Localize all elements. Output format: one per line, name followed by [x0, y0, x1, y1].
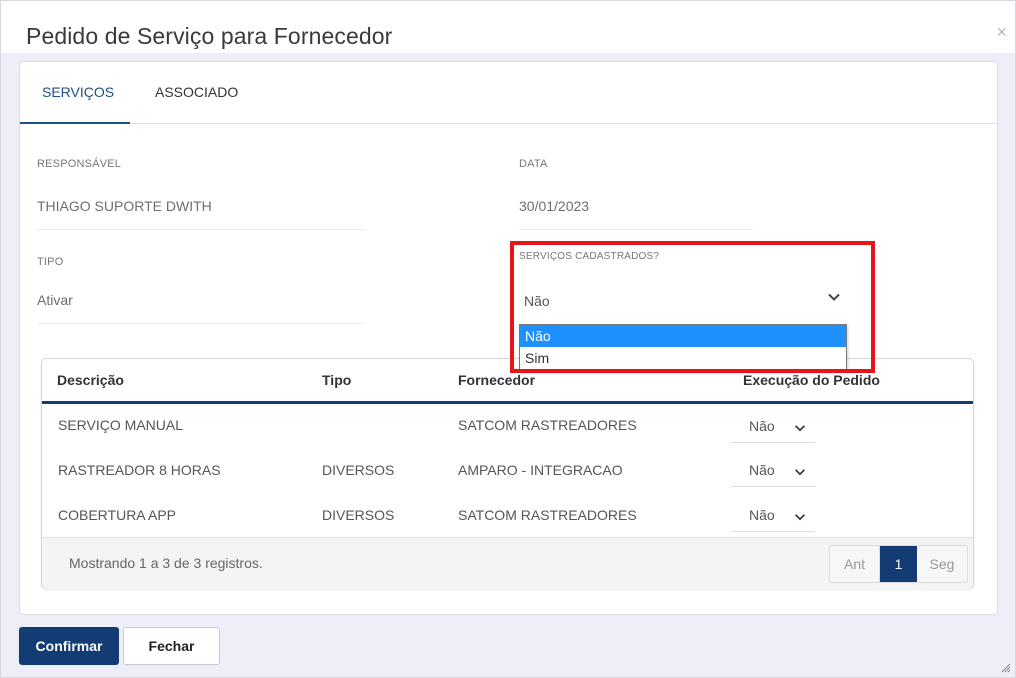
column-header-descricao: Descrição	[57, 372, 124, 388]
data-underline	[519, 229, 753, 230]
row-3-descricao: COBERTURA APP	[58, 507, 177, 523]
tipo-label: TIPO	[37, 256, 64, 268]
confirm-button[interactable]: Confirmar	[19, 627, 119, 665]
chevron-down-icon	[795, 425, 805, 432]
pagination-prev[interactable]: Ant	[830, 546, 880, 582]
table-footer: Mostrando 1 a 3 de 3 registros. Ant 1 Se…	[42, 537, 973, 589]
servicos-cadastrados-options: Não Sim	[519, 324, 847, 370]
tipo-underline	[37, 323, 365, 324]
pagination-page-1[interactable]: 1	[880, 546, 917, 582]
service-order-modal: Pedido de Serviço para Fornecedor × SERV…	[0, 0, 1016, 678]
close-icon[interactable]: ×	[996, 23, 1007, 41]
active-tab-indicator	[20, 122, 130, 124]
tab-associado[interactable]: ASSOCIADO	[155, 84, 238, 100]
row-2-execucao-value: Não	[749, 462, 775, 478]
pagination-next[interactable]: Seg	[917, 546, 967, 582]
records-info: Mostrando 1 a 3 de 3 registros.	[69, 555, 263, 571]
row-1-descricao: SERVIÇO MANUAL	[58, 417, 183, 433]
row-2-fornecedor: AMPARO - INTEGRACAO	[458, 462, 623, 478]
responsavel-value: THIAGO SUPORTE DWITH	[37, 198, 212, 214]
row-2-tipo: DIVERSOS	[322, 462, 395, 478]
close-button[interactable]: Fechar	[123, 627, 220, 665]
row-1-execucao-select[interactable]: Não	[731, 412, 815, 443]
row-1-execucao-value: Não	[749, 418, 775, 434]
row-3-execucao-select[interactable]: Não	[731, 501, 815, 532]
data-value: 30/01/2023	[519, 198, 590, 214]
responsavel-label: RESPONSÁVEL	[37, 158, 122, 170]
chevron-down-icon[interactable]	[826, 289, 842, 305]
row-2-descricao: RASTREADOR 8 HORAS	[58, 462, 221, 478]
modal-title: Pedido de Serviço para Fornecedor	[26, 23, 393, 49]
column-header-tipo: Tipo	[322, 372, 352, 388]
resize-grip-icon[interactable]	[1001, 663, 1011, 673]
services-table: Descrição Tipo Fornecedor Execução do Pe…	[41, 358, 974, 589]
chevron-down-icon	[795, 514, 805, 521]
servicos-cadastrados-select[interactable]: Não	[524, 293, 550, 309]
servicos-cadastrados-label: SERVIÇOS CADASTRADOS?	[519, 251, 660, 262]
row-3-fornecedor: SATCOM RASTREADORES	[458, 507, 637, 523]
row-3-tipo: DIVERSOS	[322, 507, 395, 523]
modal-header: Pedido de Serviço para Fornecedor ×	[1, 1, 1015, 53]
tab-servicos[interactable]: SERVIÇOS	[42, 84, 114, 100]
table-header-divider	[42, 401, 973, 404]
pagination: Ant 1 Seg	[829, 545, 968, 583]
tipo-value: Ativar	[37, 292, 73, 308]
tab-bar: SERVIÇOS ASSOCIADO	[20, 62, 997, 124]
row-3-execucao-value: Não	[749, 507, 775, 523]
chevron-down-icon	[795, 469, 805, 476]
row-2-execucao-select[interactable]: Não	[731, 456, 815, 487]
option-nao[interactable]: Não	[520, 325, 846, 347]
option-sim[interactable]: Sim	[520, 347, 846, 369]
row-1-fornecedor: SATCOM RASTREADORES	[458, 417, 637, 433]
column-header-execucao: Execução do Pedido	[743, 372, 880, 388]
data-label: DATA	[519, 158, 548, 170]
responsavel-underline	[37, 229, 365, 230]
column-header-fornecedor: Fornecedor	[458, 372, 536, 388]
